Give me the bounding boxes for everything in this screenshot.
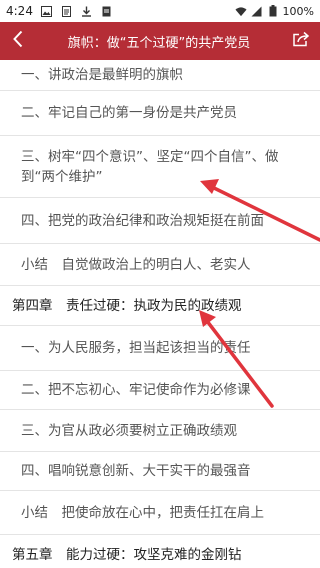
toc-item-label: 一、讲政治是最鲜明的旗帜 — [21, 67, 183, 83]
share-button[interactable] — [282, 22, 320, 60]
image-icon — [41, 5, 53, 17]
toc-item-label: 四、唱响锐意创新、大干实干的最强音 — [21, 463, 251, 479]
toc-list: 一、讲政治是最鲜明的旗帜 二、牢记自己的第一身份是共产党员 三、树牢“四个意识”… — [0, 60, 320, 568]
toc-item[interactable]: 四、把党的政治纪律和政治规矩挺在前面 — [0, 198, 320, 244]
status-right: 100% — [235, 5, 314, 18]
battery-icon — [267, 5, 279, 17]
battery-percent: 100% — [282, 4, 314, 18]
wifi-icon — [235, 5, 247, 17]
status-bar: 4:24 100% — [0, 0, 320, 22]
toc-item[interactable]: 小结 把使命放在心中，把责任扛在肩上 — [0, 491, 320, 535]
toc-item-label: 二、牢记自己的第一身份是共产党员 — [21, 105, 237, 121]
document-icon — [101, 5, 113, 17]
app-header: 旗帜：做“五个过硬”的共产党员 — [0, 22, 320, 60]
toc-item-label: 二、把不忘初心、牢记使命作为必修课 — [21, 382, 251, 398]
document-icon — [61, 5, 73, 17]
toc-item-label: 三、为官从政必须要树立正确政绩观 — [21, 422, 237, 439]
toc-item[interactable]: 二、把不忘初心、牢记使命作为必修课 — [0, 371, 320, 410]
page-title: 旗帜：做“五个过硬”的共产党员 — [67, 35, 251, 51]
toc-item-label: 小结 自觉做政治上的明白人、老实人 — [21, 256, 251, 273]
toc-chapter[interactable]: 第五章 能力过硬：攻坚克难的金刚钻 — [0, 535, 320, 568]
back-button[interactable] — [0, 22, 36, 60]
toc-item[interactable]: 一、为人民服务，担当起该担当的责任 — [0, 326, 320, 371]
toc-item[interactable]: 二、牢记自己的第一身份是共产党员 — [0, 91, 320, 136]
toc-item-label: 小结 把使命放在心中，把责任扛在肩上 — [21, 504, 264, 521]
toc-chapter-label: 第四章 责任过硬：执政为民的政绩观 — [12, 297, 242, 314]
toc-chapter[interactable]: 第四章 责任过硬：执政为民的政绩观 — [0, 286, 320, 326]
share-icon — [292, 31, 310, 51]
status-time: 4:24 — [6, 4, 33, 18]
status-left: 4:24 — [6, 4, 113, 18]
toc-item-label: 一、为人民服务，担当起该担当的责任 — [21, 340, 251, 356]
toc-chapter-label: 第五章 能力过硬：攻坚克难的金刚钻 — [12, 546, 242, 563]
download-icon — [81, 5, 93, 17]
toc-item[interactable]: 一、讲政治是最鲜明的旗帜 — [0, 60, 320, 91]
toc-item-label: 三、树牢“四个意识”、坚定“四个自信”、做到“两个维护” — [21, 148, 279, 185]
toc-item[interactable]: 三、为官从政必须要树立正确政绩观 — [0, 410, 320, 452]
toc-item[interactable]: 三、树牢“四个意识”、坚定“四个自信”、做到“两个维护” — [0, 136, 320, 198]
toc-item[interactable]: 小结 自觉做政治上的明白人、老实人 — [0, 244, 320, 286]
toc-item-label: 四、把党的政治纪律和政治规矩挺在前面 — [21, 212, 264, 229]
chevron-left-icon — [12, 30, 24, 52]
toc-item[interactable]: 四、唱响锐意创新、大干实干的最强音 — [0, 452, 320, 491]
signal-icon — [251, 5, 263, 17]
